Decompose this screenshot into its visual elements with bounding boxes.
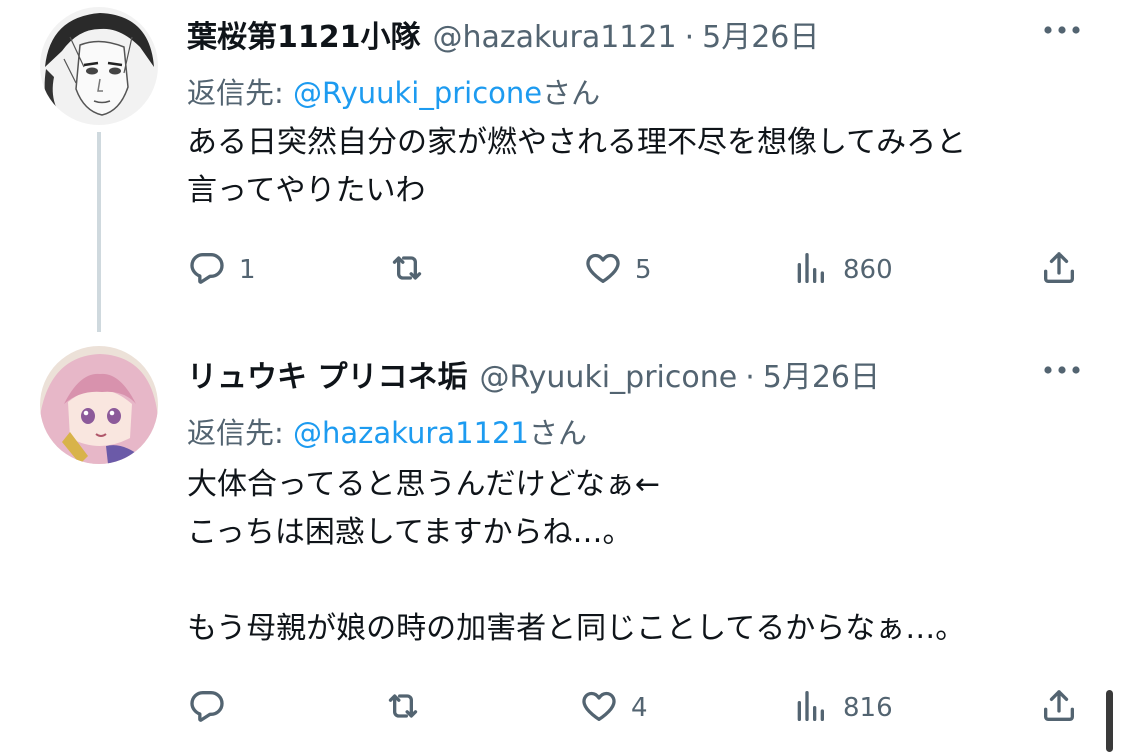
reply-icon [187, 686, 227, 730]
tweet-text: ある日突然自分の家が燃やされる理不尽を想像してみろと 言ってやりたいわ [187, 125, 967, 208]
display-name[interactable]: 葉桜第1121小隊 [187, 12, 421, 56]
like-button[interactable]: 4 [579, 686, 648, 730]
views-icon [791, 686, 831, 730]
scrollbar-thumb[interactable] [1106, 690, 1113, 752]
reply-icon [187, 248, 227, 292]
like-icon [579, 686, 619, 730]
like-icon [583, 248, 623, 292]
like-count: 4 [631, 693, 648, 723]
tweet-header: 葉桜第1121小隊 @hazakura1121 · 5月26日 [187, 12, 819, 56]
reply-to-prefix: 返信先: [187, 76, 293, 110]
views-icon [791, 248, 831, 292]
views-button[interactable]: 860 [791, 248, 893, 292]
tweet-header: リュウキ プリコネ垢 @Ryuuki_pricone · 5月26日 [187, 352, 880, 396]
reply-to-mention[interactable]: @hazakura1121 [293, 416, 529, 450]
retweet-button[interactable] [383, 686, 435, 730]
reply-button[interactable] [187, 686, 239, 730]
views-button[interactable]: 816 [791, 686, 893, 730]
tweet-date[interactable]: 5月26日 [702, 12, 819, 56]
share-icon [1039, 686, 1079, 730]
reply-to: 返信先: @Ryuuki_priconeさん [187, 70, 600, 112]
reply-count: 1 [239, 255, 256, 285]
share-button[interactable] [1039, 248, 1079, 292]
like-button[interactable]: 5 [583, 248, 652, 292]
retweet-icon [383, 686, 423, 730]
reply-to-suffix: さん [542, 76, 601, 110]
thread-line [97, 132, 101, 332]
views-count: 860 [843, 255, 893, 285]
action-bar: 4 816 [187, 686, 1087, 730]
display-name[interactable]: リュウキ プリコネ垢 [187, 352, 467, 396]
like-count: 5 [635, 255, 652, 285]
reply-to: 返信先: @hazakura1121さん [187, 410, 587, 452]
more-icon[interactable] [1040, 360, 1084, 380]
share-button[interactable] [1039, 686, 1079, 730]
views-count: 816 [843, 693, 893, 723]
retweet-button[interactable] [387, 248, 439, 292]
separator-dot: · [684, 20, 695, 55]
separator-dot: · [745, 360, 755, 395]
avatar-ryuuki[interactable] [40, 346, 158, 464]
reply-to-suffix: さん [528, 416, 587, 450]
share-icon [1039, 248, 1079, 292]
more-icon[interactable] [1040, 20, 1084, 40]
retweet-icon [387, 248, 427, 292]
user-handle[interactable]: @Ryuuki_pricone [479, 360, 737, 395]
reply-to-prefix: 返信先: [187, 416, 293, 450]
tweet-text: 大体合ってると思うんだけどなぁ← こっちは困惑してますからね…。 もう母親が娘の… [187, 467, 966, 646]
action-bar: 1 5 860 [187, 248, 1087, 292]
tweet-date[interactable]: 5月26日 [763, 352, 880, 396]
user-handle[interactable]: @hazakura1121 [433, 20, 677, 55]
reply-to-mention[interactable]: @Ryuuki_pricone [293, 76, 542, 110]
reply-button[interactable]: 1 [187, 248, 256, 292]
avatar-hazakura[interactable] [40, 7, 158, 125]
